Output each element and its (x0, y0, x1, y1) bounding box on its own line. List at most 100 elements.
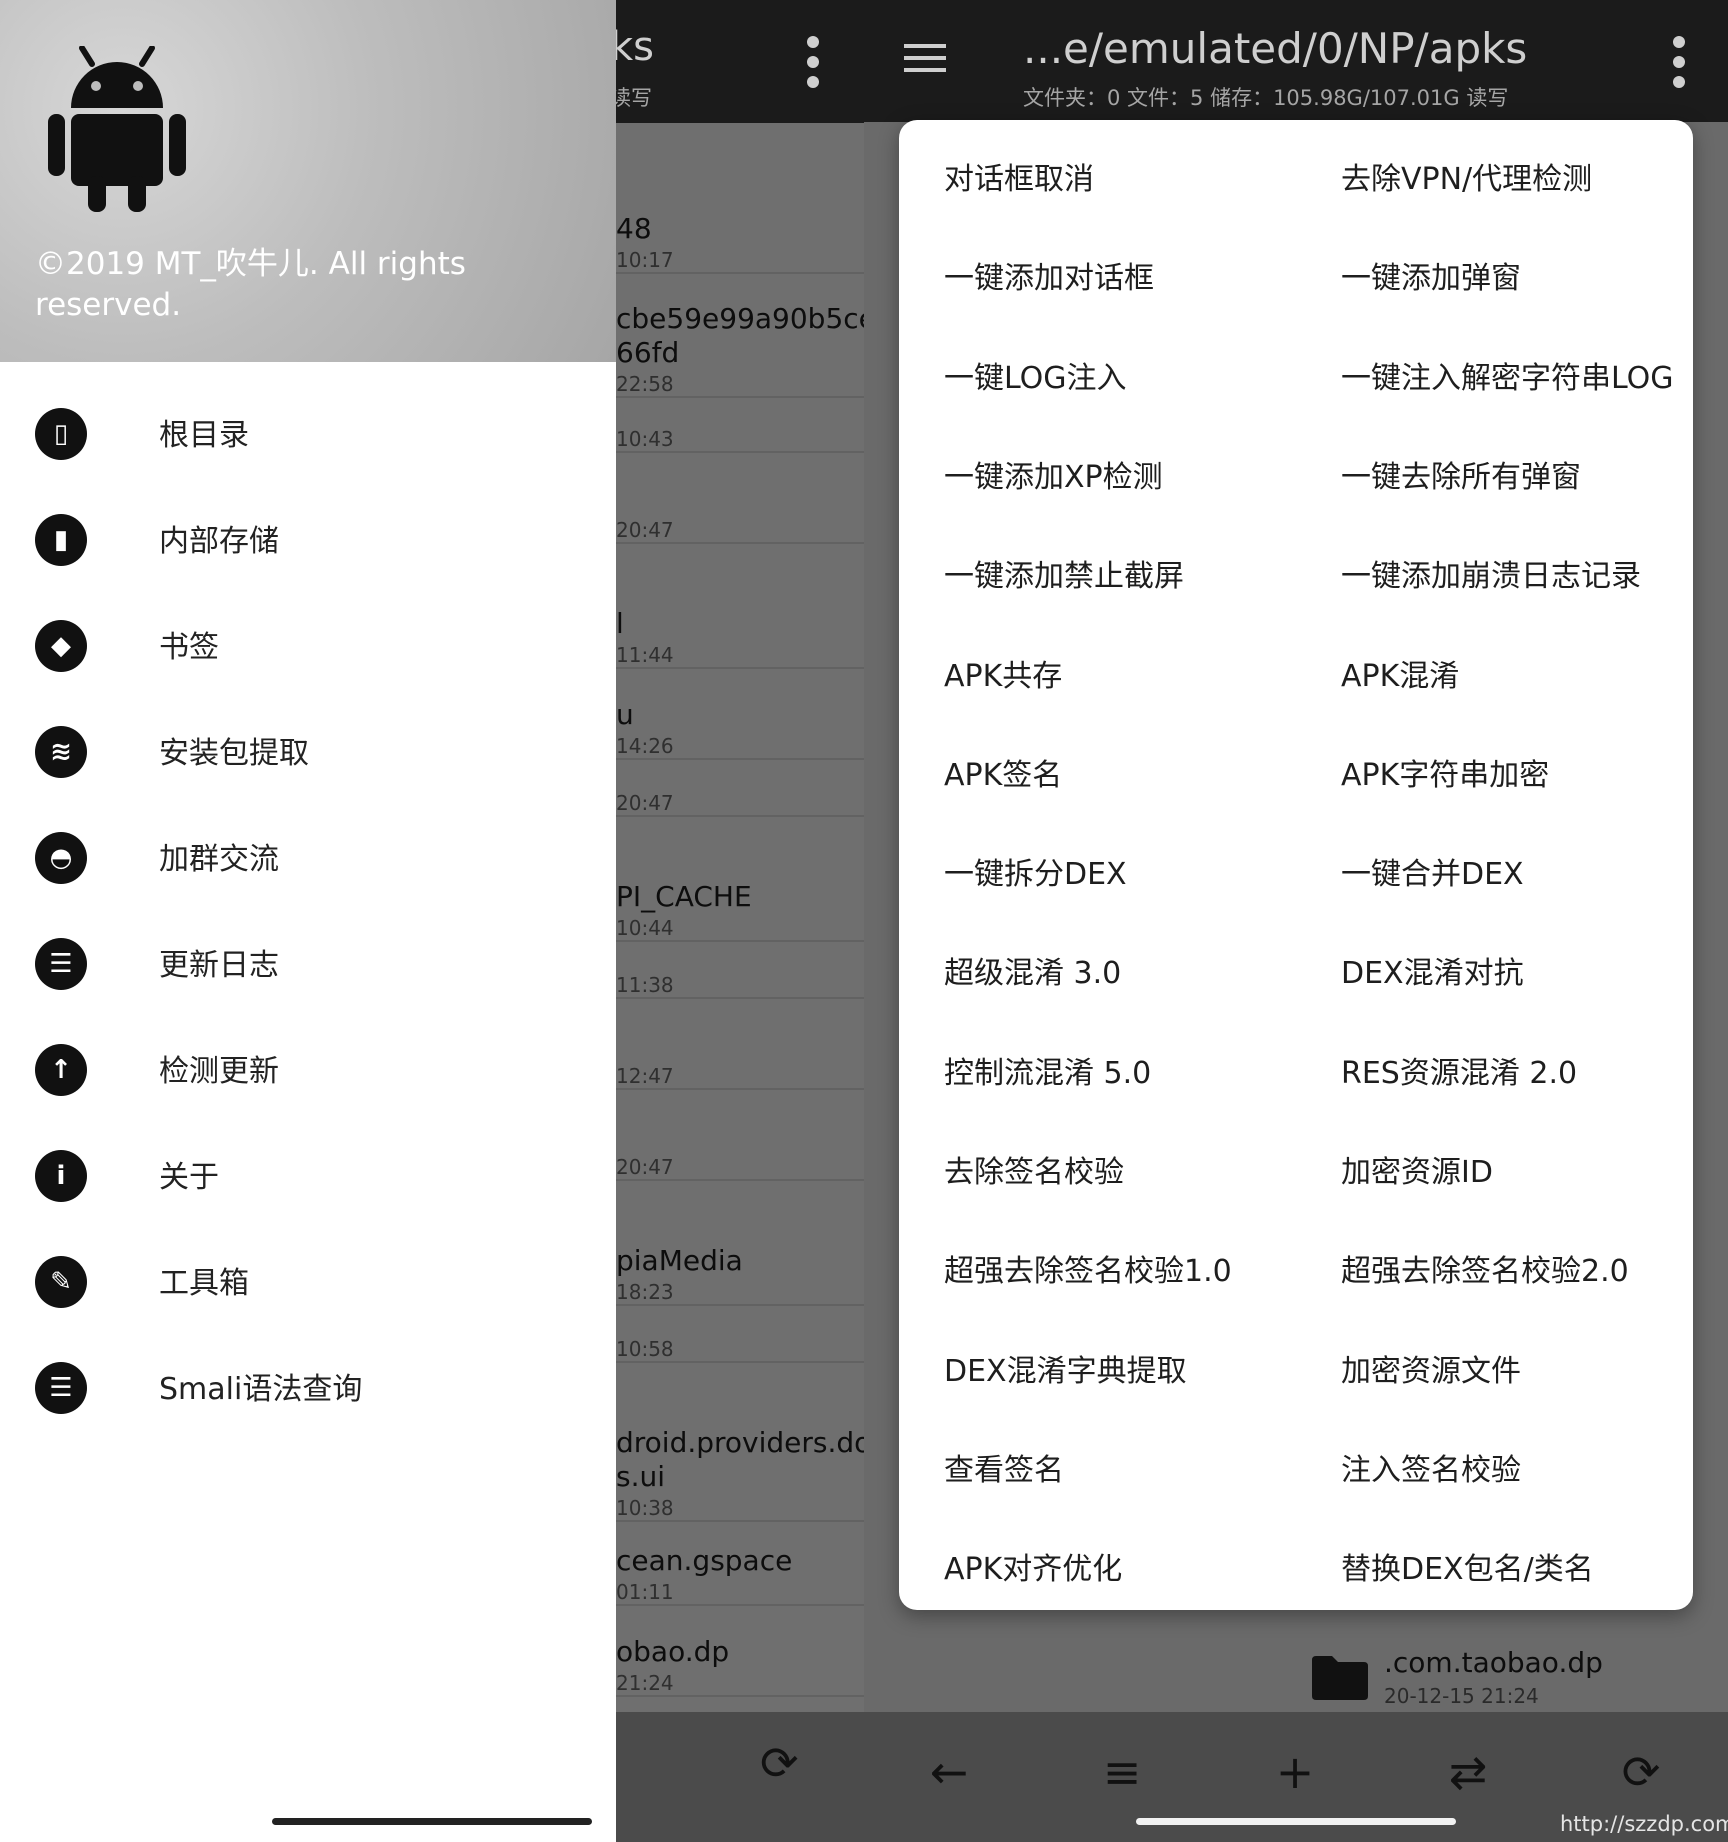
menu-option[interactable]: DEX混淆对抗 (1341, 948, 1524, 992)
dimmed-row-name: l (616, 607, 624, 640)
menu-option[interactable]: 去除签名校验 (944, 1147, 1124, 1191)
drawer-item-label: 书签 (159, 630, 219, 665)
dimmed-list-row: 12:47 (616, 1062, 864, 1090)
drawer-item[interactable]: ☰ Smali语法查询 (0, 1334, 616, 1440)
current-path: ...e/emulated/0/NP/apks (1023, 24, 1528, 73)
dimmed-row-time: 10:38 (616, 1496, 674, 1520)
menu-option[interactable]: 去除VPN/代理检测 (1341, 154, 1592, 198)
dimmed-row-name: 48 (616, 212, 652, 245)
menu-option[interactable]: 查看签名 (944, 1445, 1064, 1489)
drawer-item-label: 工具箱 (159, 1266, 249, 1301)
menu-option[interactable]: 注入签名校验 (1341, 1445, 1521, 1489)
watermark-text: http://szzdp.com (1560, 1812, 1728, 1836)
menu-option[interactable]: 一键添加崩溃日志记录 (1341, 551, 1641, 595)
drawer-item[interactable]: ▯ 根目录 (0, 380, 616, 486)
drawer-item[interactable]: ≋ 安装包提取 (0, 698, 616, 804)
drawer-item[interactable]: i 关于 (0, 1122, 616, 1228)
menu-option[interactable]: 对话框取消 (944, 154, 1094, 198)
menu-option[interactable]: APK混淆 (1341, 651, 1459, 695)
dimmed-row-name: obao.dp (616, 1635, 730, 1668)
add-icon[interactable]: + (1250, 1732, 1340, 1812)
refresh-icon[interactable]: ⟳ (760, 1736, 799, 1790)
menu-option[interactable]: 一键添加对话框 (944, 253, 1154, 297)
drawer-item[interactable]: ◆ 书签 (0, 592, 616, 698)
home-indicator[interactable] (1136, 1818, 1456, 1825)
dimmed-list-row: 10:58 (616, 1335, 864, 1363)
menu-option[interactable]: APK对齐优化 (944, 1544, 1122, 1588)
swap-icon[interactable]: ⇄ (1423, 1732, 1513, 1812)
back-arrow-icon[interactable]: ← (904, 1732, 994, 1812)
dimmed-row-time: 12:47 (616, 1064, 674, 1088)
android-logo-icon (48, 46, 186, 212)
menu-option[interactable]: 一键LOG注入 (944, 353, 1127, 397)
menu-option[interactable]: 加密资源文件 (1341, 1346, 1521, 1390)
menu-option[interactable]: DEX混淆字典提取 (944, 1346, 1187, 1390)
dimmed-bottom-bar: ⟳ (610, 1712, 864, 1842)
navigation-drawer: ©2019 MT_吹牛儿. All rights reserved. ▯ 根目录 ▮… (0, 0, 616, 1842)
menu-option[interactable]: 一键去除所有弹窗 (1341, 452, 1581, 496)
file-name: .com.taobao.dp (1384, 1646, 1603, 1679)
drawer-item[interactable]: ☰ 更新日志 (0, 910, 616, 1016)
wrench-icon: ✎ (35, 1256, 87, 1308)
drawer-item[interactable]: ↑ 检测更新 (0, 1016, 616, 1122)
menu-option[interactable]: 一键添加弹窗 (1341, 253, 1521, 297)
menu-option[interactable]: 替换DEX包名/类名 (1341, 1544, 1594, 1588)
menu-option[interactable]: 超级混淆 3.0 (944, 948, 1121, 992)
drawer-item-label: 根目录 (159, 418, 249, 453)
dimmed-row-time: 10:44 (616, 916, 674, 940)
sd-card-icon: ▮ (35, 514, 87, 566)
dimmed-row-time: 01:11 (616, 1580, 674, 1604)
dimmed-list-row: 20:47 (616, 1153, 864, 1181)
menu-option[interactable]: 一键注入解密字符串LOG (1341, 353, 1674, 397)
storage-status: 文件夹：0 文件：5 储存：105.98G/107.01G 读写 (1023, 86, 1509, 110)
menu-option[interactable]: 超强去除签名校验2.0 (1341, 1246, 1629, 1290)
clipboard-icon: ☰ (35, 1362, 87, 1414)
menu-option[interactable]: 一键添加禁止截屏 (944, 551, 1184, 595)
drawer-item-label: 检测更新 (159, 1054, 279, 1089)
dimmed-list-row: 10:43 (616, 425, 864, 453)
dimmed-list-row: 11:38 (616, 971, 864, 999)
drawer-item-label: Smali语法查询 (159, 1372, 363, 1407)
menu-option[interactable]: RES资源混淆 2.0 (1341, 1048, 1577, 1092)
dimmed-row-name-line2: s.ui (616, 1460, 666, 1493)
menu-option[interactable]: 控制流混淆 5.0 (944, 1048, 1151, 1092)
dimmed-row-time: 10:43 (616, 427, 674, 451)
dimmed-list-row: l 11:44 (616, 607, 864, 669)
dimmed-row-name: piaMedia (616, 1244, 743, 1277)
copyright-text: ©2019 MT_吹牛儿. All rights reserved. (35, 246, 466, 323)
refresh-icon[interactable]: ⟳ (1596, 1732, 1686, 1812)
menu-option[interactable]: 一键合并DEX (1341, 849, 1524, 893)
folder-icon (1312, 1656, 1368, 1700)
bookmark-icon: ◆ (35, 620, 87, 672)
drawer-item[interactable]: ▮ 内部存储 (0, 486, 616, 592)
menu-option[interactable]: APK共存 (944, 651, 1062, 695)
list-menu-icon[interactable]: ≡ (1077, 1732, 1167, 1812)
dimmed-row-time: 14:26 (616, 734, 674, 758)
menu-option[interactable]: 一键拆分DEX (944, 849, 1127, 893)
left-screen: ks 读写 48 10:17 cbe59e99a90b5ce 66fd 22:58 10:… (0, 0, 864, 1842)
menu-option[interactable]: 加密资源ID (1341, 1147, 1493, 1191)
dimmed-row-name: u (616, 698, 634, 731)
dimmed-row-time: 10:58 (616, 1337, 674, 1361)
overflow-menu-icon[interactable] (806, 34, 820, 90)
drawer-item[interactable]: ✎ 工具箱 (0, 1228, 616, 1334)
dimmed-list-row: 48 10:17 (616, 212, 864, 274)
right-screen: ...e/emulated/0/NP/apks 文件夹：0 文件：5 储存：10… (864, 0, 1728, 1842)
menu-option[interactable]: APK字符串加密 (1341, 750, 1549, 794)
drawer-item-label: 关于 (159, 1160, 219, 1195)
menu-option[interactable]: 一键添加XP检测 (944, 452, 1163, 496)
overflow-menu-icon[interactable] (1672, 34, 1686, 90)
dimmed-list-row: obao.dp 21:24 (616, 1635, 864, 1697)
dimmed-row-name-line2: 66fd (616, 336, 680, 369)
home-indicator[interactable] (272, 1818, 592, 1825)
menu-option[interactable]: 超强去除签名校验1.0 (944, 1246, 1232, 1290)
drawer-item[interactable]: ◓ 加群交流 (0, 804, 616, 910)
dimmed-list-row: cbe59e99a90b5ce 66fd 22:58 (616, 302, 864, 398)
dimmed-row-name: PI_CACHE (616, 880, 752, 913)
drawer-header: ©2019 MT_吹牛儿. All rights reserved. (0, 0, 616, 362)
dimmed-row-name: cbe59e99a90b5ce (616, 302, 864, 335)
info-icon: i (35, 1150, 87, 1202)
dimmed-list-row: droid.providers.do s.ui 10:38 (616, 1426, 864, 1522)
menu-option[interactable]: APK签名 (944, 750, 1062, 794)
hamburger-menu-icon[interactable] (904, 44, 946, 72)
